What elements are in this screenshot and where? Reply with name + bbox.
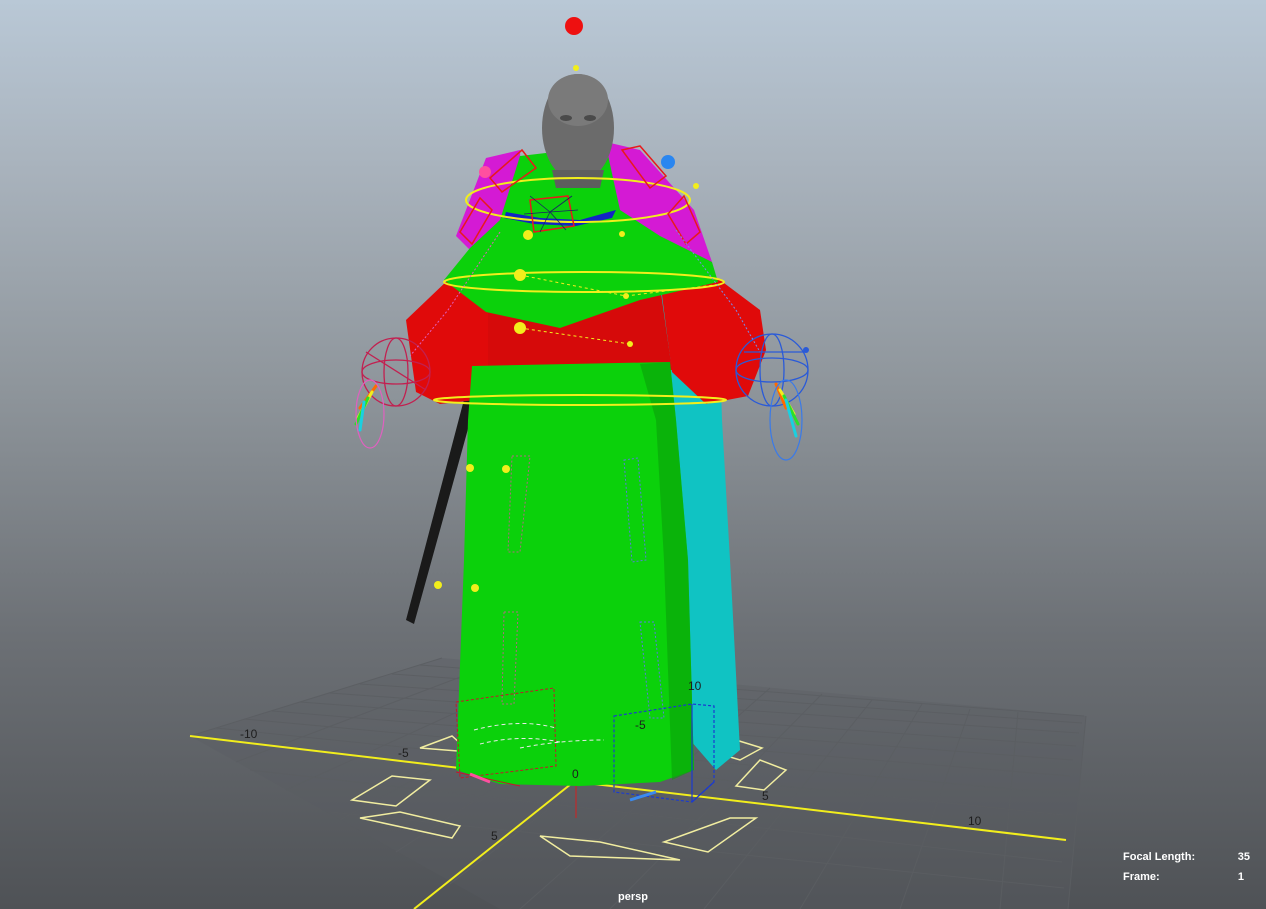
frame-value: 1 <box>1237 871 1244 883</box>
head-top-control[interactable] <box>565 17 583 35</box>
focal-length-label: Focal Length: <box>1123 851 1196 863</box>
left-clavicle-ctrl[interactable] <box>479 166 491 178</box>
maya-perspective-viewport[interactable]: -10 -5 0 5 5 10 -5 10 Focal Length: 35 F… <box>0 0 1266 909</box>
focal-length-value: 35 <box>1237 851 1250 863</box>
grid-label-pos5-bottom: 5 <box>491 829 498 843</box>
scene-canvas[interactable] <box>0 0 1266 909</box>
grid-label-pos5-right: 5 <box>762 789 769 803</box>
right-clavicle-ctrl[interactable] <box>661 155 675 169</box>
frame-label: Frame: <box>1123 871 1160 883</box>
head-pivot-dot[interactable] <box>573 65 579 71</box>
right-hand-fingers[interactable] <box>774 382 800 438</box>
head-mesh[interactable] <box>542 74 614 188</box>
right-wrist-pivot[interactable] <box>803 347 809 353</box>
grid-label-neg5-left: -5 <box>398 746 409 760</box>
grid-label-neg10: -10 <box>240 727 258 741</box>
grid-label-zero: 0 <box>572 767 579 781</box>
grid-label-pos10: 10 <box>968 814 982 828</box>
grid-label-neg5-back: -5 <box>635 718 646 732</box>
grid-label-back10: 10 <box>688 679 702 693</box>
camera-name-label: persp <box>618 891 648 903</box>
